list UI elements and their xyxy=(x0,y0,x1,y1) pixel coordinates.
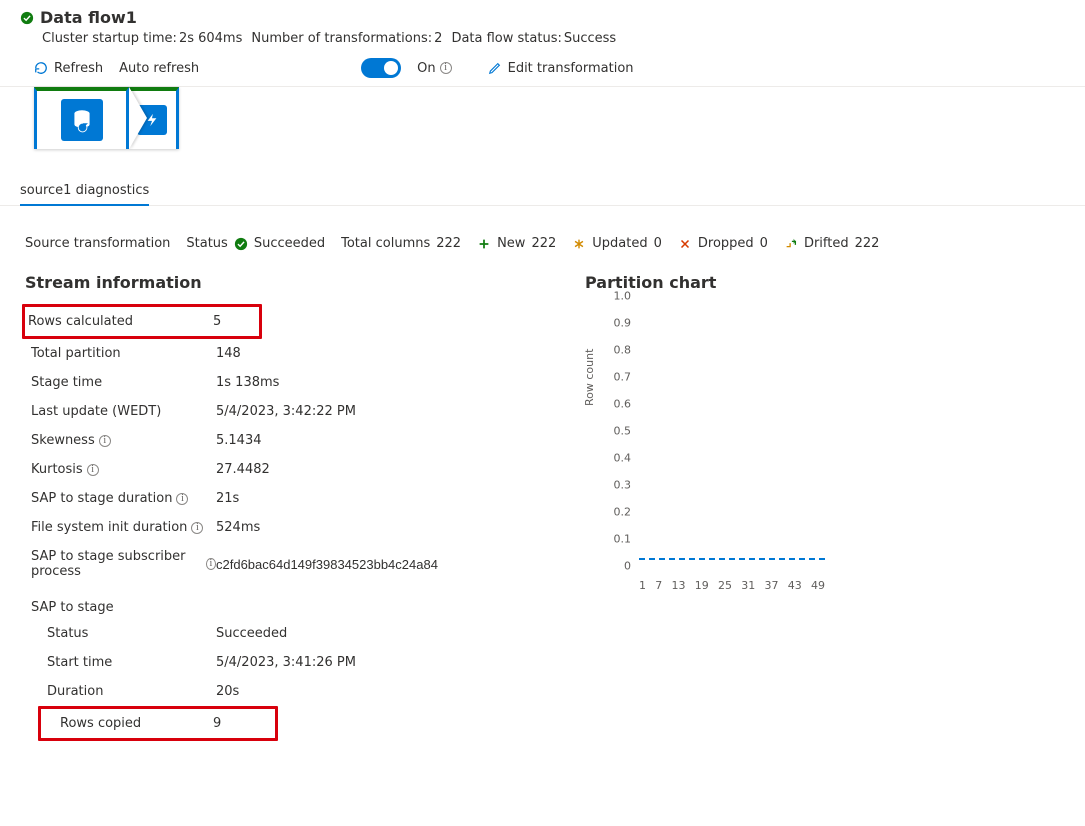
total-partition-row: Total partition 148 xyxy=(25,339,545,368)
last-update-row: Last update (WEDT) 5/4/2023, 3:42:22 PM xyxy=(25,397,545,426)
skewness-row: Skewnessi 5.1434 xyxy=(25,426,545,455)
page-title: Data flow1 xyxy=(40,8,137,27)
info-icon[interactable]: i xyxy=(206,558,216,570)
chart-y-label: Row count xyxy=(583,349,596,406)
info-icon: i xyxy=(440,62,452,74)
info-icon[interactable]: i xyxy=(99,435,111,447)
y-tick: 0.3 xyxy=(614,479,632,492)
rows-copied-row: Rows copied 9 xyxy=(38,706,278,741)
drift-icon xyxy=(784,237,798,251)
auto-refresh-label: Auto refresh xyxy=(119,61,199,76)
rows-calculated-row: Rows calculated 5 xyxy=(22,304,262,339)
stage-time-row: Stage time 1s 138ms xyxy=(25,368,545,397)
tab-source1-diagnostics[interactable]: source1 diagnostics xyxy=(20,179,149,206)
x-tick: 13 xyxy=(672,579,686,592)
x-tick: 31 xyxy=(741,579,755,592)
pencil-icon xyxy=(488,61,502,75)
source-node[interactable] xyxy=(34,87,129,149)
plus-icon xyxy=(477,237,491,251)
x-icon xyxy=(678,237,692,251)
bolt-icon xyxy=(145,113,159,127)
x-tick: 1 xyxy=(639,579,646,592)
status-group: Status Succeeded xyxy=(186,236,325,251)
y-tick: 0.8 xyxy=(614,344,632,357)
success-check-icon xyxy=(234,237,248,251)
drifted-columns-group: Drifted 222 xyxy=(784,236,880,251)
x-tick: 7 xyxy=(655,579,662,592)
sap-to-stage-heading: SAP to stage xyxy=(25,586,545,619)
database-icon xyxy=(69,107,95,133)
x-tick: 19 xyxy=(695,579,709,592)
y-tick: 0.5 xyxy=(614,425,632,438)
y-tick: 0.2 xyxy=(614,506,632,519)
auto-refresh-toggle[interactable] xyxy=(361,58,401,78)
cluster-startup-label: Cluster startup time:2s 604ms xyxy=(42,31,242,46)
updated-columns-group: Updated 0 xyxy=(572,236,662,251)
success-check-icon xyxy=(20,11,34,25)
edit-transformation-button[interactable]: Edit transformation xyxy=(488,61,634,76)
y-tick: 1.0 xyxy=(614,290,632,303)
y-tick: 0.9 xyxy=(614,317,632,330)
y-tick: 0 xyxy=(624,560,631,573)
sap-duration-row: Duration 20s xyxy=(25,677,545,706)
y-tick: 0.1 xyxy=(614,533,632,546)
x-tick: 43 xyxy=(788,579,802,592)
kurtosis-row: Kurtosisi 27.4482 xyxy=(25,455,545,484)
sap-start-row: Start time 5/4/2023, 3:41:26 PM xyxy=(25,648,545,677)
total-columns-group: Total columns 222 xyxy=(341,236,461,251)
x-tick: 49 xyxy=(811,579,825,592)
y-tick: 0.4 xyxy=(614,452,632,465)
y-tick: 0.6 xyxy=(614,398,632,411)
fs-init-duration-row: File system init durationi 524ms xyxy=(25,513,545,542)
sap-subscriber-row: SAP to stage subscriber processi c2fd6ba… xyxy=(25,542,545,586)
refresh-icon xyxy=(34,61,48,75)
toggle-on-label: On i xyxy=(417,61,451,76)
source-transformation-label: Source transformation xyxy=(25,236,170,251)
chart-data-line xyxy=(639,558,825,560)
refresh-button[interactable]: Refresh xyxy=(34,61,103,76)
dropped-columns-group: Dropped 0 xyxy=(678,236,768,251)
partition-chart: Row count 00.10.20.30.40.50.60.70.80.91.… xyxy=(585,296,825,576)
data-flow-diagram xyxy=(0,87,1085,163)
new-columns-group: New 222 xyxy=(477,236,556,251)
y-tick: 0.7 xyxy=(614,371,632,384)
transform-count-label: Number of transformations:2 xyxy=(251,31,442,46)
sap-stage-duration-row: SAP to stage durationi 21s xyxy=(25,484,545,513)
stream-info-heading: Stream information xyxy=(25,273,545,292)
flow-status-label: Data flow status:Success xyxy=(451,31,616,46)
info-icon[interactable]: i xyxy=(176,493,188,505)
info-icon[interactable]: i xyxy=(87,464,99,476)
info-icon[interactable]: i xyxy=(191,522,203,534)
sap-status-row: Status Succeeded xyxy=(25,619,545,648)
asterisk-icon xyxy=(572,237,586,251)
x-tick: 37 xyxy=(765,579,779,592)
x-tick: 25 xyxy=(718,579,732,592)
